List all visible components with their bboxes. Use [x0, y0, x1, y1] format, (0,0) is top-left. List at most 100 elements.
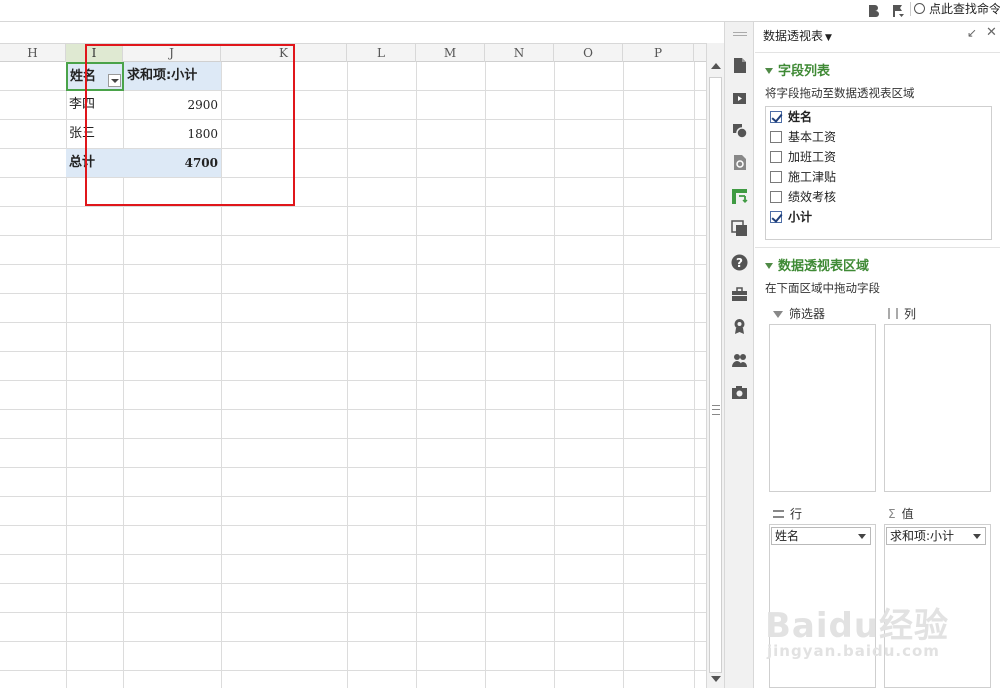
- scroll-thumb[interactable]: [709, 77, 722, 673]
- filter-label-text: 筛选器: [789, 307, 826, 321]
- toolbar-divider: [910, 2, 911, 16]
- sigma-icon: Σ: [888, 507, 896, 521]
- flag-format-icon[interactable]: [890, 3, 906, 19]
- pivot-areas-hint: 在下面区域中拖动字段: [765, 281, 880, 295]
- users-icon[interactable]: [731, 352, 748, 369]
- bold-format-icon[interactable]: [866, 3, 882, 19]
- vertical-scrollbar[interactable]: [706, 43, 724, 688]
- svg-text:?: ?: [736, 256, 743, 270]
- field-label: 加班工资: [788, 150, 837, 164]
- field-item-name[interactable]: 姓名: [770, 108, 812, 126]
- panel-title[interactable]: 数据透视表 ▼: [763, 27, 832, 44]
- scroll-down-arrow-icon[interactable]: [711, 676, 721, 682]
- image-gallery-icon[interactable]: [731, 220, 748, 237]
- scroll-grip-icon: [712, 405, 720, 415]
- row-gridline: [0, 264, 706, 265]
- column-header-m[interactable]: M: [416, 44, 485, 62]
- panel-pin-icon[interactable]: ↙: [967, 26, 977, 40]
- pivot-highlight-box: [85, 44, 295, 206]
- column-header-h[interactable]: H: [0, 44, 66, 62]
- rows-drop-zone[interactable]: [769, 524, 876, 688]
- row-gridline: [0, 235, 706, 236]
- help-icon[interactable]: ?: [731, 254, 748, 271]
- column-header-n[interactable]: N: [485, 44, 554, 62]
- dropdown-arrow-icon: [858, 534, 866, 539]
- pivot-areas-section-title[interactable]: 数据透视表区域: [765, 255, 869, 274]
- panel-close-icon[interactable]: ✕: [986, 25, 997, 40]
- row-gridline: [0, 380, 706, 381]
- field-checkbox[interactable]: [770, 151, 782, 163]
- field-checkbox[interactable]: [770, 191, 782, 203]
- row-gridline: [0, 409, 706, 410]
- filter-drop-zone[interactable]: [769, 324, 876, 492]
- rows-icon: [773, 510, 784, 518]
- pivot-areas-title-label: 数据透视表区域: [778, 259, 870, 274]
- camera-icon[interactable]: [731, 384, 748, 401]
- command-search[interactable]: 点此查找命令: [914, 0, 1000, 16]
- dropdown-arrow-icon: [973, 534, 981, 539]
- new-doc-icon[interactable]: [731, 57, 748, 74]
- columns-icon: [888, 308, 898, 319]
- rows-label-text: 行: [790, 507, 803, 521]
- formula-bar-gap: [0, 22, 706, 42]
- task-pane-icon-bar: ?: [724, 22, 754, 688]
- field-item-base-salary[interactable]: 基本工资: [770, 128, 836, 146]
- row-gridline: [0, 525, 706, 526]
- video-icon[interactable]: [731, 90, 748, 107]
- toolbox-icon[interactable]: [731, 286, 748, 303]
- rows-field-dropdown[interactable]: 姓名: [771, 527, 871, 545]
- collapse-triangle-icon: [765, 68, 773, 74]
- values-drop-zone[interactable]: [884, 524, 991, 688]
- row-gridline: [0, 554, 706, 555]
- row-gridline: [0, 467, 706, 468]
- row-gridline: [0, 322, 706, 323]
- pivot-table-panel: 数据透视表 ▼ ↙ ✕ 字段列表 将字段拖动至数据透视表区域 姓名 基本工资 加班…: [755, 22, 1000, 688]
- panel-menu-caret-icon[interactable]: ▼: [825, 33, 832, 43]
- row-gridline: [0, 351, 706, 352]
- field-label: 小计: [788, 210, 813, 224]
- field-label: 基本工资: [788, 130, 837, 144]
- field-list-hint: 将字段拖动至数据透视表区域: [765, 86, 915, 100]
- columns-area-label: 列: [888, 305, 916, 322]
- collapse-triangle-icon: [765, 263, 773, 269]
- column-header-l[interactable]: L: [347, 44, 416, 62]
- rows-area-label: 行: [773, 505, 802, 522]
- field-label: 施工津贴: [788, 170, 837, 184]
- top-toolbar: 点此查找命令: [0, 0, 1000, 22]
- field-checkbox[interactable]: [770, 131, 782, 143]
- row-gridline: [0, 583, 706, 584]
- file-search-icon[interactable]: [731, 154, 748, 171]
- row-gridline: [0, 496, 706, 497]
- column-header-p[interactable]: P: [623, 44, 694, 62]
- row-gridline: [0, 206, 706, 207]
- pivot-table-icon[interactable]: [731, 188, 748, 205]
- values-area-label: Σ值: [888, 505, 914, 522]
- search-icon: [914, 3, 925, 14]
- scroll-up-arrow-icon[interactable]: [711, 63, 721, 69]
- field-item-overtime-pay[interactable]: 加班工资: [770, 148, 836, 166]
- command-search-label: 点此查找命令: [929, 2, 1000, 16]
- values-field-label: 求和项:小计: [890, 529, 955, 543]
- row-gridline: [0, 670, 706, 671]
- filter-area-label: 筛选器: [773, 305, 825, 322]
- award-icon[interactable]: [731, 318, 748, 335]
- row-gridline: [0, 293, 706, 294]
- field-list: 姓名 基本工资 加班工资 施工津贴 绩效考核 小计: [765, 106, 992, 240]
- filter-icon: [773, 311, 783, 318]
- field-item-construction-allowance[interactable]: 施工津贴: [770, 168, 836, 186]
- field-checkbox[interactable]: [770, 211, 782, 223]
- panel-title-label: 数据透视表: [763, 29, 824, 43]
- field-checkbox[interactable]: [770, 111, 782, 123]
- field-item-subtotal[interactable]: 小计: [770, 208, 812, 226]
- field-list-section-title[interactable]: 字段列表: [765, 60, 830, 79]
- values-field-dropdown[interactable]: 求和项:小计: [886, 527, 986, 545]
- columns-drop-zone[interactable]: [884, 324, 991, 492]
- column-header-o[interactable]: O: [554, 44, 623, 62]
- field-label: 绩效考核: [788, 190, 837, 204]
- field-checkbox[interactable]: [770, 171, 782, 183]
- row-gridline: [0, 641, 706, 642]
- shapes-icon[interactable]: [731, 122, 748, 139]
- field-item-performance[interactable]: 绩效考核: [770, 188, 836, 206]
- rows-field-label: 姓名: [775, 529, 800, 543]
- columns-label-text: 列: [904, 307, 917, 321]
